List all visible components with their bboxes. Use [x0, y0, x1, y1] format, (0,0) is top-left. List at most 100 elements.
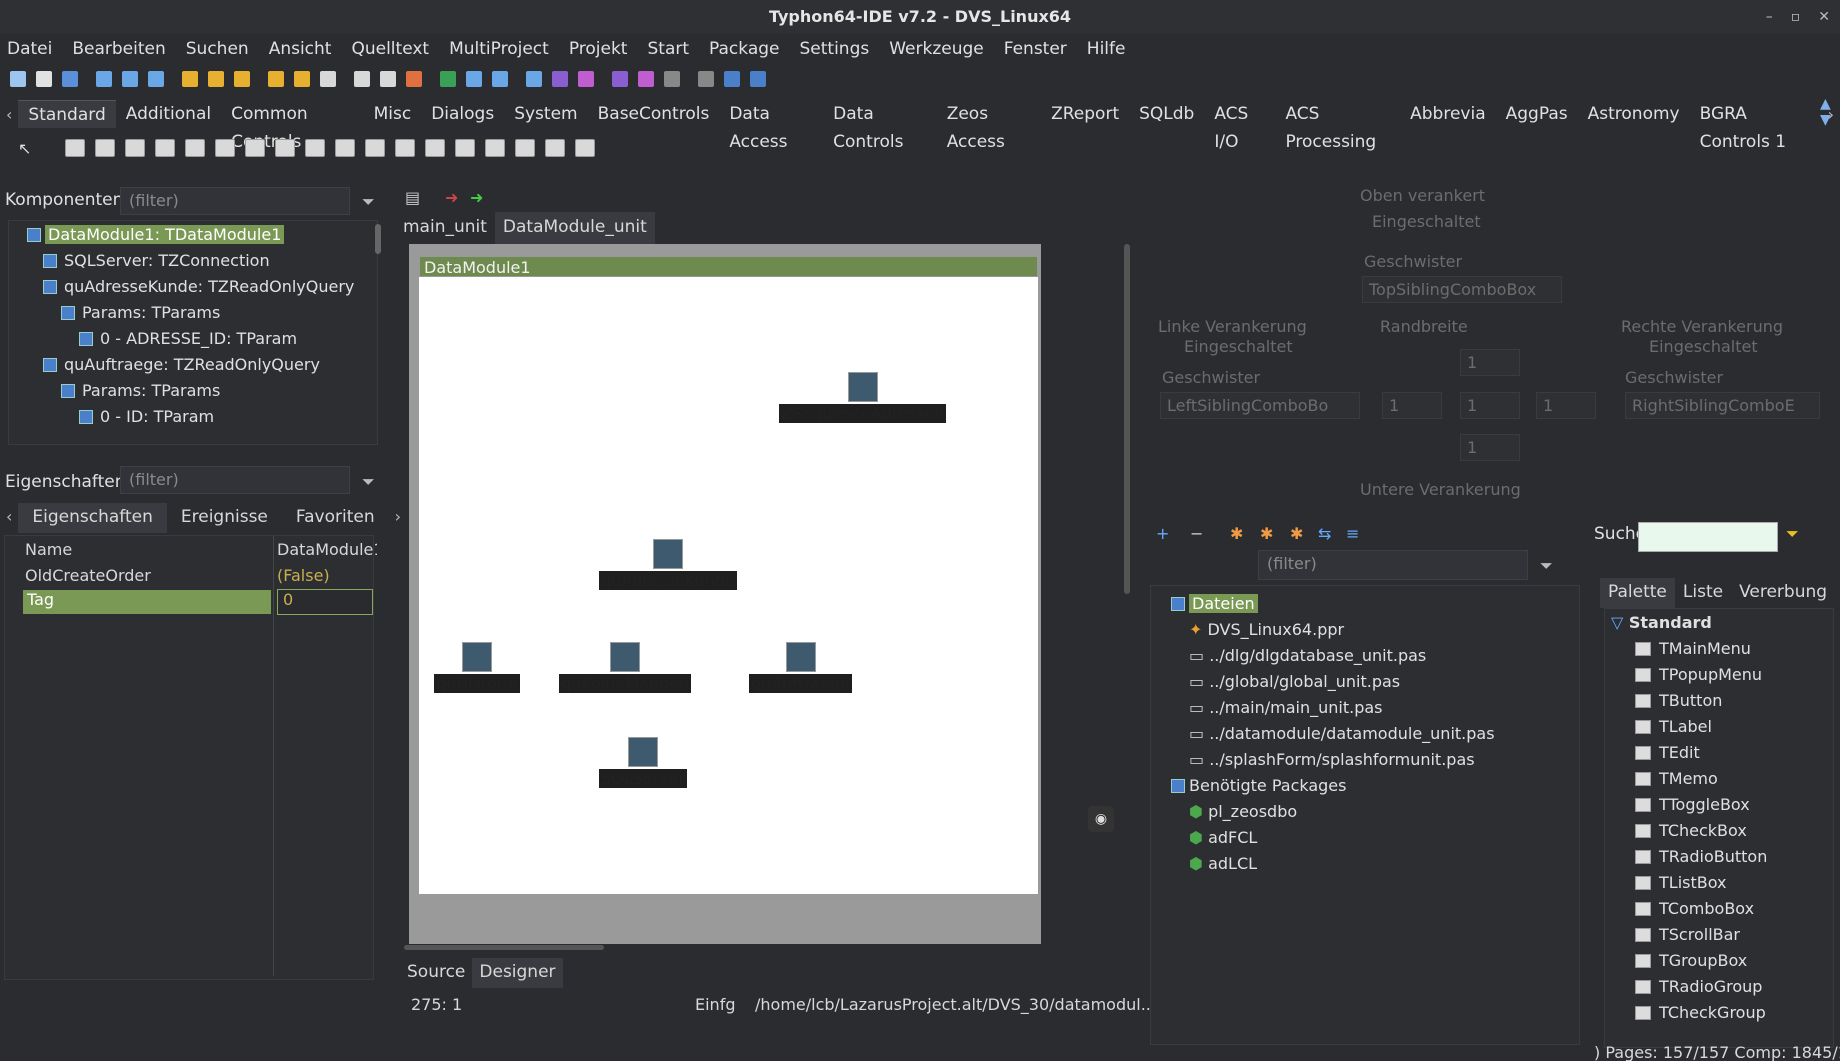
package-item[interactable]: ⬢ adFCL	[1189, 828, 1257, 847]
tree-node[interactable]: Params: TParams	[61, 381, 223, 400]
spacing-around[interactable]: 1	[1460, 392, 1520, 419]
palette-component-icon[interactable]	[245, 139, 266, 157]
prop-value[interactable]: (False)	[277, 566, 330, 585]
palette-component-icon[interactable]	[275, 139, 296, 157]
palette-component-icon[interactable]	[155, 139, 176, 157]
palette-component-icon[interactable]	[305, 139, 326, 157]
palette-item[interactable]: TListBox	[1635, 873, 1726, 892]
menu-item[interactable]: Projekt	[569, 39, 636, 59]
menu-item[interactable]: Ansicht	[269, 39, 340, 59]
toolbar-tool-icon[interactable]	[552, 71, 568, 87]
toolbar-tool-icon[interactable]	[122, 71, 138, 87]
toolbar-tool-icon[interactable]	[320, 71, 336, 87]
toolbar-tool-icon[interactable]	[612, 71, 628, 87]
palette-tab[interactable]: ZReport	[1041, 100, 1129, 128]
designer-component[interactable]: SQLServer	[599, 737, 688, 788]
packages-node[interactable]: Benötigte Packages	[1171, 776, 1346, 795]
palette-tab[interactable]: Standard	[18, 100, 116, 128]
properties-tab[interactable]: Favoriten	[282, 503, 389, 533]
palette-group[interactable]: ▽ Standard	[1611, 613, 1712, 632]
close-icon[interactable]: ✕	[1818, 9, 1830, 25]
palette-item[interactable]: TRadioGroup	[1635, 977, 1762, 996]
back-icon[interactable]: ➜	[445, 188, 458, 207]
sort-icon[interactable]: ⇆	[1318, 524, 1331, 543]
palette-component-icon[interactable]	[515, 139, 536, 157]
files-node[interactable]: Dateien	[1171, 594, 1258, 613]
toolbar-tool-icon[interactable]	[234, 71, 250, 87]
menu-item[interactable]: Suchen	[186, 39, 257, 59]
editor-tab[interactable]: main_unit	[395, 212, 495, 244]
toolbar-tool-icon[interactable]	[380, 71, 396, 87]
toolbar-tool-icon[interactable]	[294, 71, 310, 87]
options-icon[interactable]: ✱	[1230, 524, 1243, 543]
palette-component-icon[interactable]	[455, 139, 476, 157]
menu-item[interactable]: Bearbeiten	[72, 39, 173, 59]
designer-component[interactable]: quKeineMappen	[559, 642, 692, 693]
palette-tab[interactable]: BaseControls	[588, 100, 720, 128]
properties-tab[interactable]: Ereignisse	[167, 503, 282, 533]
toolbar-tool-icon[interactable]	[406, 71, 422, 87]
toolbar-tool-icon[interactable]	[664, 71, 680, 87]
filter-icon[interactable]: ⏷	[362, 192, 375, 212]
menu-item[interactable]: Werkzeuge	[889, 39, 992, 59]
project-file[interactable]: ▭ ../global/global_unit.pas	[1189, 672, 1400, 691]
toolbar-tool-icon[interactable]	[698, 71, 714, 87]
scroll-arrows-icon[interactable]: ▲ ▼	[1820, 96, 1831, 128]
package-item[interactable]: ⬢ adLCL	[1189, 854, 1257, 873]
project-file[interactable]: ✦ DVS_Linux64.ppr	[1189, 620, 1344, 639]
toolbar-tool-icon[interactable]	[750, 71, 766, 87]
menu-item[interactable]: Package	[709, 39, 787, 59]
anchor-top-enabled[interactable]: Eingeschaltet	[1372, 212, 1481, 231]
palette-item[interactable]: TCheckGroup	[1635, 1003, 1766, 1022]
palette-item[interactable]: TToggleBox	[1635, 795, 1750, 814]
properties-tab[interactable]: Eigenschaften	[18, 503, 167, 533]
prop-name-selected[interactable]: Tag	[23, 590, 271, 614]
toolbar-tool-icon[interactable]	[208, 71, 224, 87]
palette-item[interactable]: TButton	[1635, 691, 1722, 710]
menu-item[interactable]: Datei	[7, 39, 60, 59]
editor-bottom-tab[interactable]: Designer	[472, 958, 563, 988]
toolbar-tool-icon[interactable]	[268, 71, 284, 87]
palette-tab[interactable]: Dialogs	[421, 100, 504, 128]
palette-view-tab[interactable]: Palette	[1600, 578, 1675, 608]
project-file[interactable]: ▭ ../main/main_unit.pas	[1189, 698, 1383, 717]
palette-component-icon[interactable]	[395, 139, 416, 157]
restore-icon[interactable]: ▫	[1791, 9, 1801, 25]
tree-node[interactable]: quAdresseKunde: TZReadOnlyQuery	[43, 277, 357, 296]
tree-node[interactable]: 0 - ID: TParam	[79, 407, 217, 426]
menu-item[interactable]: Quelltext	[351, 39, 437, 59]
compile-icon[interactable]: ✱	[1260, 524, 1273, 543]
designer-component[interactable]: quHistorie	[434, 642, 521, 693]
palette-tab[interactable]: SQLdb	[1129, 100, 1204, 128]
palette-component-icon[interactable]	[185, 139, 206, 157]
toolbar-tool-icon[interactable]	[466, 71, 482, 87]
properties-filter-input[interactable]: (filter)	[120, 466, 350, 494]
palette-tab[interactable]: AggPas	[1496, 100, 1578, 128]
palette-tab[interactable]: Abbrevia	[1400, 100, 1496, 128]
palette-tab[interactable]: ACS I/O	[1204, 100, 1275, 152]
palette-tab[interactable]: Data Access	[719, 100, 823, 152]
toolbar-tool-icon[interactable]	[724, 71, 740, 87]
menu-item[interactable]: Settings	[799, 39, 877, 59]
toolbar-tool-icon[interactable]	[526, 71, 542, 87]
toolbar-tool-icon[interactable]	[36, 71, 52, 87]
palette-component-icon[interactable]	[125, 139, 146, 157]
pointer-icon[interactable]: ↖	[18, 139, 31, 158]
minimize-icon[interactable]: –	[1766, 9, 1773, 25]
designer-vscroll[interactable]	[1124, 244, 1130, 594]
toolbar-tool-icon[interactable]	[492, 71, 508, 87]
eye-icon[interactable]: ◉	[1088, 806, 1114, 832]
designer-hscroll[interactable]	[404, 945, 604, 950]
palette-view-tab[interactable]: Vererbung	[1731, 578, 1835, 608]
toolbar-tool-icon[interactable]	[96, 71, 112, 87]
datamodule-canvas[interactable]: ZSequenceAdressen quAdresseKunde quHistori…	[419, 277, 1038, 894]
editor-bottom-tab[interactable]: Source	[400, 958, 472, 988]
tree-node[interactable]: quAuftraege: TZReadOnlyQuery	[43, 355, 323, 374]
menu-item[interactable]: Hilfe	[1087, 39, 1134, 59]
filter-icon[interactable]: ⏷	[1786, 524, 1799, 544]
palette-component-icon[interactable]	[485, 139, 506, 157]
remove-icon[interactable]: −	[1190, 524, 1203, 543]
palette-item[interactable]: TComboBox	[1635, 899, 1754, 918]
palette-component-icon[interactable]	[215, 139, 236, 157]
palette-item[interactable]: TEdit	[1635, 743, 1700, 762]
